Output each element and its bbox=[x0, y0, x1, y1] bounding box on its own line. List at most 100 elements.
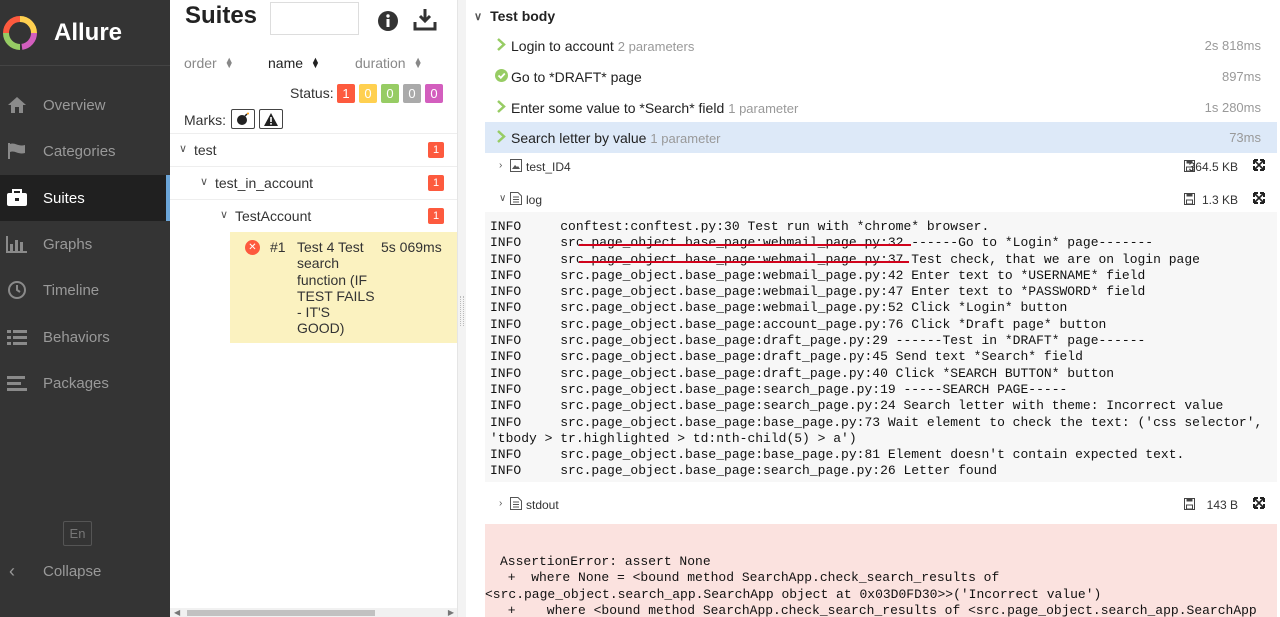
expand-icon[interactable] bbox=[1253, 497, 1265, 509]
log-line: INFO src.page_object.base_page:search_pa… bbox=[490, 381, 1068, 397]
step-row[interactable]: Enter some value to *Search* field 1 para… bbox=[485, 92, 1277, 123]
attachment-name: log bbox=[526, 193, 543, 207]
search-input[interactable] bbox=[270, 2, 359, 35]
failed-count-badge: 1 bbox=[428, 142, 444, 158]
download-icon[interactable] bbox=[413, 7, 437, 31]
chevron-right-icon bbox=[497, 100, 506, 113]
test-case-number: #1 bbox=[270, 239, 286, 255]
status-broken-toggle[interactable]: 0 bbox=[359, 84, 377, 103]
error-line: <src.page_object.search_app.SearchApp ob… bbox=[485, 586, 1102, 602]
attachment-row[interactable]: › test_ID4 364.5 KB bbox=[485, 151, 1277, 182]
log-line: INFO src.page_object.base_page:draft_pag… bbox=[490, 333, 1146, 349]
step-title: Login to account bbox=[511, 38, 614, 54]
sort-arrows-icon: ▲ ▼ bbox=[224, 55, 234, 70]
step-row[interactable]: Login to account 2 parameters 2s 818ms bbox=[485, 30, 1277, 61]
status-skipped-toggle[interactable]: 0 bbox=[403, 84, 421, 103]
sort-arrows-icon: ▲ ▼ bbox=[311, 55, 320, 70]
sidebar: Allure Overview Categories Suites Graphs… bbox=[0, 0, 170, 617]
log-line: INFO src.page_object.base_page:webmail_p… bbox=[490, 251, 1200, 267]
test-case-duration: 5s 069ms bbox=[381, 239, 442, 255]
error-line: AssertionError: assert None bbox=[500, 554, 711, 569]
step-title: Search letter by value bbox=[511, 130, 647, 146]
sort-label: duration bbox=[355, 55, 406, 71]
tree-node-testaccount[interactable]: ∨ TestAccount 1 bbox=[170, 199, 457, 232]
scrollbar-thumb[interactable] bbox=[187, 610, 375, 616]
test-case-row[interactable]: ✕ #1 Test 4 Test search function (IF TES… bbox=[230, 232, 457, 343]
attachment-size: 1.3 KB bbox=[1201, 193, 1238, 207]
scroll-right-icon[interactable]: ▶ bbox=[448, 608, 454, 617]
app-name: Allure bbox=[54, 18, 123, 46]
sort-name[interactable]: name ▲ ▼ bbox=[268, 55, 320, 71]
log-line: INFO src.page_object.base_page:account_p… bbox=[490, 316, 1107, 332]
sort-label: name bbox=[268, 55, 304, 71]
nav-label: Overview bbox=[43, 96, 106, 114]
expand-icon[interactable] bbox=[1253, 159, 1265, 171]
step-duration: 2s 818ms bbox=[1204, 38, 1261, 53]
chevron-right-icon: › bbox=[499, 160, 503, 171]
chevron-left-icon: ‹ bbox=[9, 560, 15, 581]
attachment-row[interactable]: › stdout 143 B bbox=[485, 489, 1277, 520]
sort-order[interactable]: order ▲ ▼ bbox=[184, 55, 234, 71]
nav-item-categories[interactable]: Categories bbox=[0, 128, 170, 174]
nav-label: Timeline bbox=[43, 281, 100, 299]
nav-label: Behaviors bbox=[43, 328, 110, 346]
log-line: INFO src.page_object.base_page:webmail_p… bbox=[490, 300, 1068, 316]
step-duration: 897ms bbox=[1221, 69, 1261, 84]
attachment-size: 143 B bbox=[1206, 498, 1238, 512]
info-icon[interactable] bbox=[377, 10, 399, 32]
log-line: 'tbody > tr.highlighted > td:nth-child(5… bbox=[490, 430, 857, 446]
nav-item-timeline[interactable]: Timeline bbox=[0, 267, 170, 313]
tree-node-test[interactable]: ∨ test 1 bbox=[170, 133, 457, 166]
tree-node-test-in-account[interactable]: ∨ test_in_account 1 bbox=[170, 166, 457, 199]
splitter-grip[interactable] bbox=[460, 296, 464, 326]
horizontal-scrollbar[interactable]: ◀ ▶ bbox=[170, 608, 457, 617]
test-result-pane: ∨ Test body Login to account 2 parameters… bbox=[466, 0, 1280, 617]
brand[interactable]: Allure bbox=[0, 0, 170, 66]
page-title: Suites bbox=[185, 2, 258, 29]
home-icon bbox=[4, 94, 30, 116]
language-switch[interactable]: En bbox=[63, 521, 92, 546]
save-icon bbox=[1184, 193, 1195, 205]
log-line: INFO src.page_object.base_page:draft_pag… bbox=[490, 365, 1115, 381]
log-line: INFO src.page_object.base_page:search_pa… bbox=[490, 463, 998, 479]
status-failed-toggle[interactable]: 1 bbox=[337, 84, 355, 103]
list-icon bbox=[4, 326, 30, 348]
scroll-left-icon[interactable]: ◀ bbox=[174, 608, 180, 617]
log-line: INFO src.page_object.base_page:draft_pag… bbox=[490, 349, 1083, 365]
step-row-selected[interactable]: Search letter by value 1 parameter 73ms bbox=[485, 122, 1277, 153]
suites-tree-pane: Suites order ▲ ▼ name ▲ ▼ duration ▲ ▼ Stat… bbox=[170, 0, 458, 617]
chevron-down-icon: ∨ bbox=[179, 143, 188, 155]
nav-item-suites[interactable]: Suites bbox=[0, 175, 170, 221]
collapse-button[interactable]: ‹ Collapse bbox=[0, 560, 101, 582]
status-passed-toggle[interactable]: 0 bbox=[381, 84, 399, 103]
step-title: Enter some value to *Search* field bbox=[511, 100, 725, 116]
check-circle-icon bbox=[495, 69, 508, 82]
nav-item-overview[interactable]: Overview bbox=[0, 82, 170, 128]
pane-splitter[interactable] bbox=[458, 0, 466, 617]
marks-filter: Marks: bbox=[170, 108, 457, 132]
nav-item-graphs[interactable]: Graphs bbox=[0, 221, 170, 267]
flag-icon bbox=[4, 140, 30, 162]
log-line: INFO conftest:conftest.py:30 Test run wi… bbox=[490, 219, 990, 234]
text-file-icon bbox=[510, 192, 522, 205]
step-row[interactable]: Go to *DRAFT* page 897ms bbox=[485, 61, 1277, 92]
flaky-bomb-icon[interactable] bbox=[231, 109, 255, 129]
tree-node-label: test_in_account bbox=[215, 175, 314, 191]
section-test-body[interactable]: ∨ Test body bbox=[474, 6, 555, 26]
tree-node-label: test bbox=[194, 142, 217, 158]
nav-item-behaviors[interactable]: Behaviors bbox=[0, 314, 170, 360]
test-case-name: Test 4 Test search function (IF TEST FAI… bbox=[297, 239, 375, 337]
text-file-icon bbox=[510, 497, 522, 510]
sort-duration[interactable]: duration ▲ ▼ bbox=[355, 55, 423, 71]
warning-triangle-icon[interactable] bbox=[259, 109, 283, 129]
nav-label: Suites bbox=[43, 189, 85, 207]
status-unknown-toggle[interactable]: 0 bbox=[425, 84, 443, 103]
nav-label: Categories bbox=[43, 142, 116, 160]
log-line: INFO src.page_object.base_page:webmail_p… bbox=[490, 267, 1146, 283]
attachment-name: test_ID4 bbox=[526, 160, 571, 174]
allure-logo-icon bbox=[3, 15, 37, 50]
nav-item-packages[interactable]: Packages bbox=[0, 360, 170, 406]
error-line: + where None = <bound method SearchApp.c… bbox=[500, 570, 1000, 586]
attachment-row[interactable]: ∨ log 1.3 KB bbox=[485, 184, 1277, 215]
expand-icon[interactable] bbox=[1253, 192, 1265, 204]
